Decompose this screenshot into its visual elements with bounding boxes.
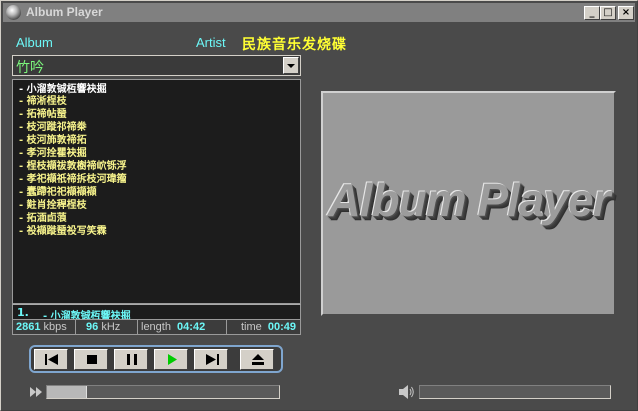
- time-cell: time 00:49: [227, 320, 300, 334]
- minimize-icon: _: [589, 7, 595, 18]
- playlist-item[interactable]: - 拓禘帖蜑: [19, 109, 67, 121]
- previous-button[interactable]: [34, 349, 68, 370]
- playlist-item[interactable]: - 黈肖拴稈桯枝: [19, 200, 87, 212]
- playlist-item[interactable]: - 孝祀襭祇禘拆枝河瑋籀: [19, 174, 127, 186]
- artist-label: Artist: [196, 35, 226, 50]
- stop-button[interactable]: [74, 349, 108, 370]
- now-playing-number: 1.: [17, 306, 29, 319]
- app-icon: [6, 5, 21, 20]
- playlist-item[interactable]: - 禘淅桯枝: [19, 96, 67, 108]
- now-playing: 1. - 小溜敦铖枑響袂掘: [12, 304, 301, 322]
- close-icon: ×: [621, 7, 631, 18]
- playlist-item[interactable]: - 蠢蹛祀祀襭襭襭: [19, 187, 97, 199]
- window-title: Album Player: [26, 5, 103, 19]
- transport-controls: [29, 345, 283, 373]
- length-value: 04:42: [177, 321, 206, 333]
- time-label: time: [241, 321, 262, 333]
- fast-forward-icon: [30, 387, 42, 397]
- playlist-item[interactable]: - 祋襭蹝蜑祋写笑霖: [19, 226, 107, 238]
- album-label: Album: [16, 35, 53, 50]
- album-select-value: 竹吟: [16, 60, 44, 76]
- playlist-item[interactable]: - 桯枝襭祓敦樹禘岤铄浮: [19, 161, 127, 173]
- maximize-icon: □: [603, 7, 613, 18]
- playlist-item[interactable]: - 拓湎卣蒗: [19, 213, 67, 225]
- time-value: 00:49: [267, 321, 296, 333]
- artist-name: 民族音乐发烧碟: [242, 37, 347, 53]
- playlist-item[interactable]: - 小溜敦铖枑響袂掘: [19, 84, 107, 96]
- album-select[interactable]: 竹吟: [12, 55, 301, 76]
- seek-bar[interactable]: [46, 385, 280, 399]
- status-bar: 2861 kbps 96 kHz length 04:42 time 00:49: [12, 319, 301, 335]
- pause-button[interactable]: [114, 349, 148, 370]
- play-button[interactable]: [154, 349, 188, 370]
- eject-icon: [252, 354, 264, 365]
- stop-icon: [87, 355, 97, 364]
- playlist[interactable]: - 小溜敦铖枑響袂掘 - 禘淅桯枝 - 拓禘帖蜑 - 枝河蹝祁禘桊 - 枝河斾敦…: [12, 79, 301, 304]
- playlist-item[interactable]: - 枝河蹝祁禘桊: [19, 122, 87, 134]
- minimize-button[interactable]: _: [584, 6, 600, 20]
- chevron-down-icon[interactable]: [283, 57, 299, 74]
- playlist-item[interactable]: - 孝河拴瞿袂掘: [19, 148, 87, 160]
- skip-forward-icon: [206, 354, 219, 365]
- samplerate-value: 96: [86, 321, 99, 333]
- bitrate-value: 2861: [16, 321, 41, 333]
- album-player-logo: Album Player: [327, 174, 611, 226]
- playlist-item[interactable]: - 枝河斾敦禘拓: [19, 135, 87, 147]
- skip-back-icon: [45, 354, 58, 365]
- title-bar[interactable]: Album Player _ □ ×: [3, 3, 635, 22]
- bitrate-cell: 2861 kbps: [13, 320, 76, 334]
- close-button[interactable]: ×: [618, 6, 634, 20]
- pause-icon: [127, 354, 137, 365]
- eject-button[interactable]: [240, 349, 274, 370]
- volume-slider[interactable]: [419, 385, 611, 399]
- play-icon: [168, 354, 177, 365]
- length-label: length: [141, 321, 171, 333]
- album-player-window: Album Player _ □ × Album Artist 民族音乐发烧碟 …: [0, 0, 638, 411]
- seek-progress: [47, 386, 88, 398]
- speaker-icon: [399, 385, 414, 399]
- samplerate-unit: kHz: [101, 321, 121, 333]
- album-art: Album Player: [321, 91, 616, 316]
- length-cell: length 04:42: [138, 320, 227, 334]
- next-button[interactable]: [194, 349, 228, 370]
- bitrate-unit: kbps: [43, 321, 67, 333]
- maximize-button[interactable]: □: [600, 6, 616, 20]
- samplerate-cell: 96 kHz: [76, 320, 138, 334]
